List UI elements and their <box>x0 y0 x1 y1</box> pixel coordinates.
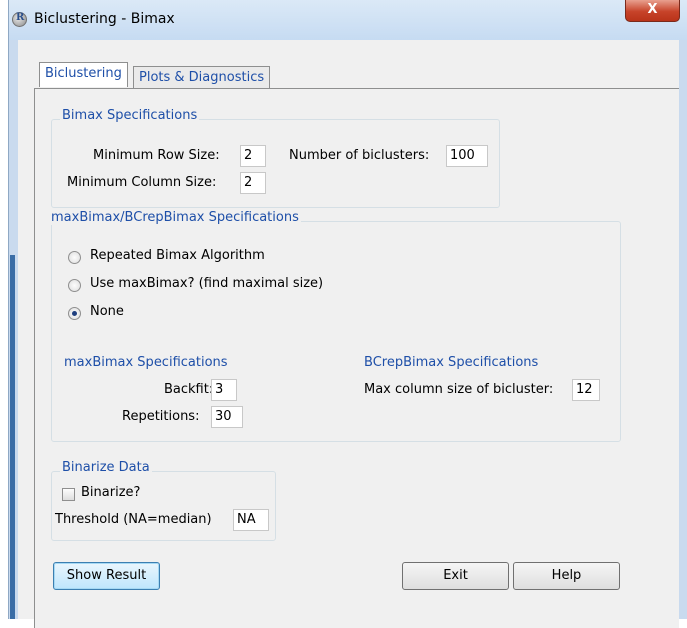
bimax-specifications-group <box>51 119 500 208</box>
radio-none-label[interactable]: None <box>90 304 124 319</box>
window-frame-shadow <box>10 255 15 619</box>
min-row-size-label: Minimum Row Size: <box>93 148 220 163</box>
min-column-size-input[interactable]: 2 <box>240 172 266 194</box>
r-app-icon-letter: R <box>16 12 25 23</box>
close-button[interactable]: X <box>625 0 680 22</box>
threshold-label: Threshold (NA=median) <box>55 512 212 527</box>
help-button[interactable]: Help <box>513 562 620 590</box>
bimax-specifications-legend: Bimax Specifications <box>60 108 200 123</box>
num-biclusters-input[interactable]: 100 <box>446 145 488 167</box>
maxbimax-subsection-title: maxBimax Specifications <box>64 355 228 370</box>
bcrepbimax-subsection-title: BCrepBimax Specifications <box>364 355 539 370</box>
backfit-label: Backfit: <box>164 382 214 397</box>
threshold-input[interactable]: NA <box>233 509 269 531</box>
radio-use-maxbimax[interactable] <box>68 279 81 292</box>
radio-repeated-bimax[interactable] <box>68 251 81 264</box>
window-frame-right <box>679 40 687 619</box>
tab-biclustering[interactable]: Biclustering <box>39 62 128 87</box>
radio-use-maxbimax-label[interactable]: Use maxBimax? (find maximal size) <box>90 276 323 291</box>
tab-plots-diagnostics[interactable]: Plots & Diagnostics <box>133 66 271 88</box>
window-title: Biclustering - Bimax <box>34 11 175 27</box>
num-biclusters-label: Number of biclusters: <box>289 148 430 163</box>
min-row-size-input[interactable]: 2 <box>240 145 266 167</box>
backfit-input[interactable]: 3 <box>211 379 237 401</box>
show-result-button[interactable]: Show Result <box>53 562 160 590</box>
radio-none[interactable] <box>68 307 81 320</box>
repetitions-input[interactable]: 30 <box>211 406 243 428</box>
min-column-size-label: Minimum Column Size: <box>67 175 217 190</box>
exit-button[interactable]: Exit <box>402 562 509 590</box>
r-app-icon: R <box>12 12 27 27</box>
radio-repeated-bimax-label[interactable]: Repeated Bimax Algorithm <box>90 248 265 263</box>
window-content: Biclustering Plots & Diagnostics Bimax S… <box>18 40 679 628</box>
max-column-size-label: Max column size of bicluster: <box>364 382 554 397</box>
binarize-checkbox-label[interactable]: Binarize? <box>81 485 140 500</box>
repetitions-label: Repetitions: <box>122 409 200 424</box>
max-column-size-input[interactable]: 12 <box>572 379 600 401</box>
binarize-data-legend: Binarize Data <box>60 460 152 475</box>
binarize-checkbox[interactable] <box>62 488 75 501</box>
maxbimax-specifications-legend: maxBimax/BCrepBimax Specifications <box>49 210 301 225</box>
